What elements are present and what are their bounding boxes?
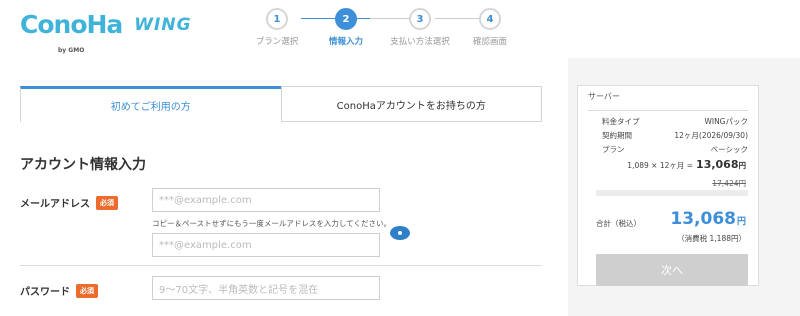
conoha-wing-logo[interactable]: ConoHa by GMO WING — [20, 10, 192, 54]
show-password-eye-icon[interactable] — [390, 226, 410, 240]
email-label: メールアドレス — [20, 199, 90, 210]
required-badge: 必須 — [96, 195, 118, 210]
row-value: ベーシック — [710, 145, 748, 154]
calc-total: 13,068 — [696, 158, 739, 171]
summary-heading: サーバー — [588, 92, 620, 101]
header: ConoHa by GMO WING 1 プラン選択 2 情報入力 3 支払い方… — [0, 0, 800, 58]
total-label: 合計（税込） — [596, 219, 641, 228]
step-number: 4 — [479, 8, 501, 30]
original-price: 17,424円 — [712, 179, 746, 188]
total-price: 13,068 円 — [670, 209, 746, 229]
price-calculation: 1,089 × 12ヶ月 = 13,068 円 — [627, 158, 746, 171]
row-label: 料金タイプ — [602, 117, 640, 126]
password-field[interactable]: 9～70文字、半角英数と記号を混在 — [152, 276, 380, 300]
separator-bar — [596, 190, 748, 196]
section-title: アカウント情報入力 — [20, 157, 146, 173]
yen-unit: 円 — [736, 217, 746, 227]
password-label-row: パスワード 必須 — [20, 283, 98, 298]
row-label: プラン — [602, 145, 625, 154]
step-1: 1 プラン選択 — [237, 8, 317, 47]
email-hint: コピー＆ペーストせずにもう一度メールアドレスを入力してください。 — [152, 219, 391, 228]
order-summary: サーバー 料金タイプ WINGパック 契約期間 12ヶ月(2026/09/30)… — [577, 85, 759, 286]
next-button[interactable]: 次へ — [596, 254, 748, 286]
step-label: プラン選択 — [255, 37, 299, 47]
step-label: 情報入力 — [328, 37, 363, 47]
signup-form-panel: 初めてご利用の方 ConoHaアカウントをお持ちの方 アカウント情報入力 メール… — [0, 58, 568, 316]
password-label: パスワード — [20, 287, 70, 298]
tab-first-time[interactable]: 初めてご利用の方 — [20, 86, 281, 122]
step-number: 2 — [335, 8, 357, 30]
row-value: WINGパック — [704, 117, 748, 126]
tax-note: （消費税 1,188円） — [677, 234, 746, 243]
logo-wordmark: ConoHa by GMO — [20, 10, 123, 54]
total-amount: 13,068 — [670, 209, 736, 229]
summary-row-type: 料金タイプ WINGパック — [602, 116, 748, 127]
progress-steps: 1 プラン選択 2 情報入力 3 支払い方法選択 4 確認画面 — [250, 8, 530, 54]
step-number: 3 — [409, 8, 431, 30]
row-value: 12ヶ月(2026/09/30) — [674, 131, 748, 140]
required-badge: 必須 — [76, 283, 98, 298]
calc-formula: 1,089 × 12ヶ月 = — [627, 161, 694, 170]
step-2: 2 情報入力 — [306, 8, 386, 47]
step-4: 4 確認画面 — [450, 8, 530, 47]
step-number: 1 — [266, 8, 288, 30]
email-field[interactable]: ***@example.com — [152, 188, 380, 212]
divider — [588, 110, 748, 111]
step-label: 確認画面 — [472, 37, 507, 47]
account-tabs: 初めてご利用の方 ConoHaアカウントをお持ちの方 — [20, 86, 542, 122]
email-label-row: メールアドレス 必須 — [20, 195, 118, 210]
yen-unit: 円 — [738, 161, 747, 170]
summary-row-plan: プラン ベーシック — [602, 144, 748, 155]
summary-row-period: 契約期間 12ヶ月(2026/09/30) — [602, 130, 748, 141]
email-confirm-field[interactable]: ***@example.com — [152, 233, 380, 257]
logo-product-name: WING — [134, 15, 192, 35]
step-3: 3 支払い方法選択 — [380, 8, 460, 47]
row-label: 契約期間 — [602, 131, 632, 140]
tab-have-account[interactable]: ConoHaアカウントをお持ちの方 — [280, 86, 542, 122]
step-label: 支払い方法選択 — [390, 37, 450, 47]
divider — [20, 265, 542, 266]
